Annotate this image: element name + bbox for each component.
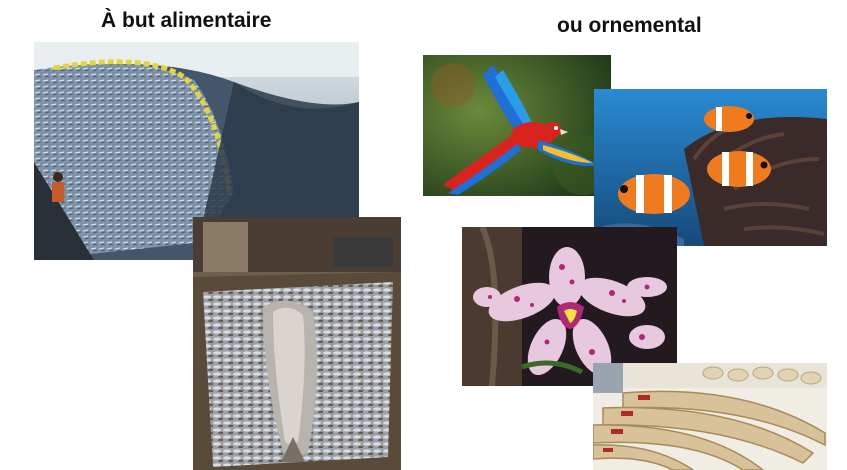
clownfish-photo xyxy=(594,89,827,246)
heading-ornamental-purpose: ou ornemental xyxy=(557,14,702,37)
ship-hold-photo xyxy=(193,217,401,470)
heading-food-purpose: À but alimentaire xyxy=(101,9,272,32)
ivory-tusks-photo xyxy=(593,363,827,470)
macaw-photo xyxy=(423,55,611,196)
